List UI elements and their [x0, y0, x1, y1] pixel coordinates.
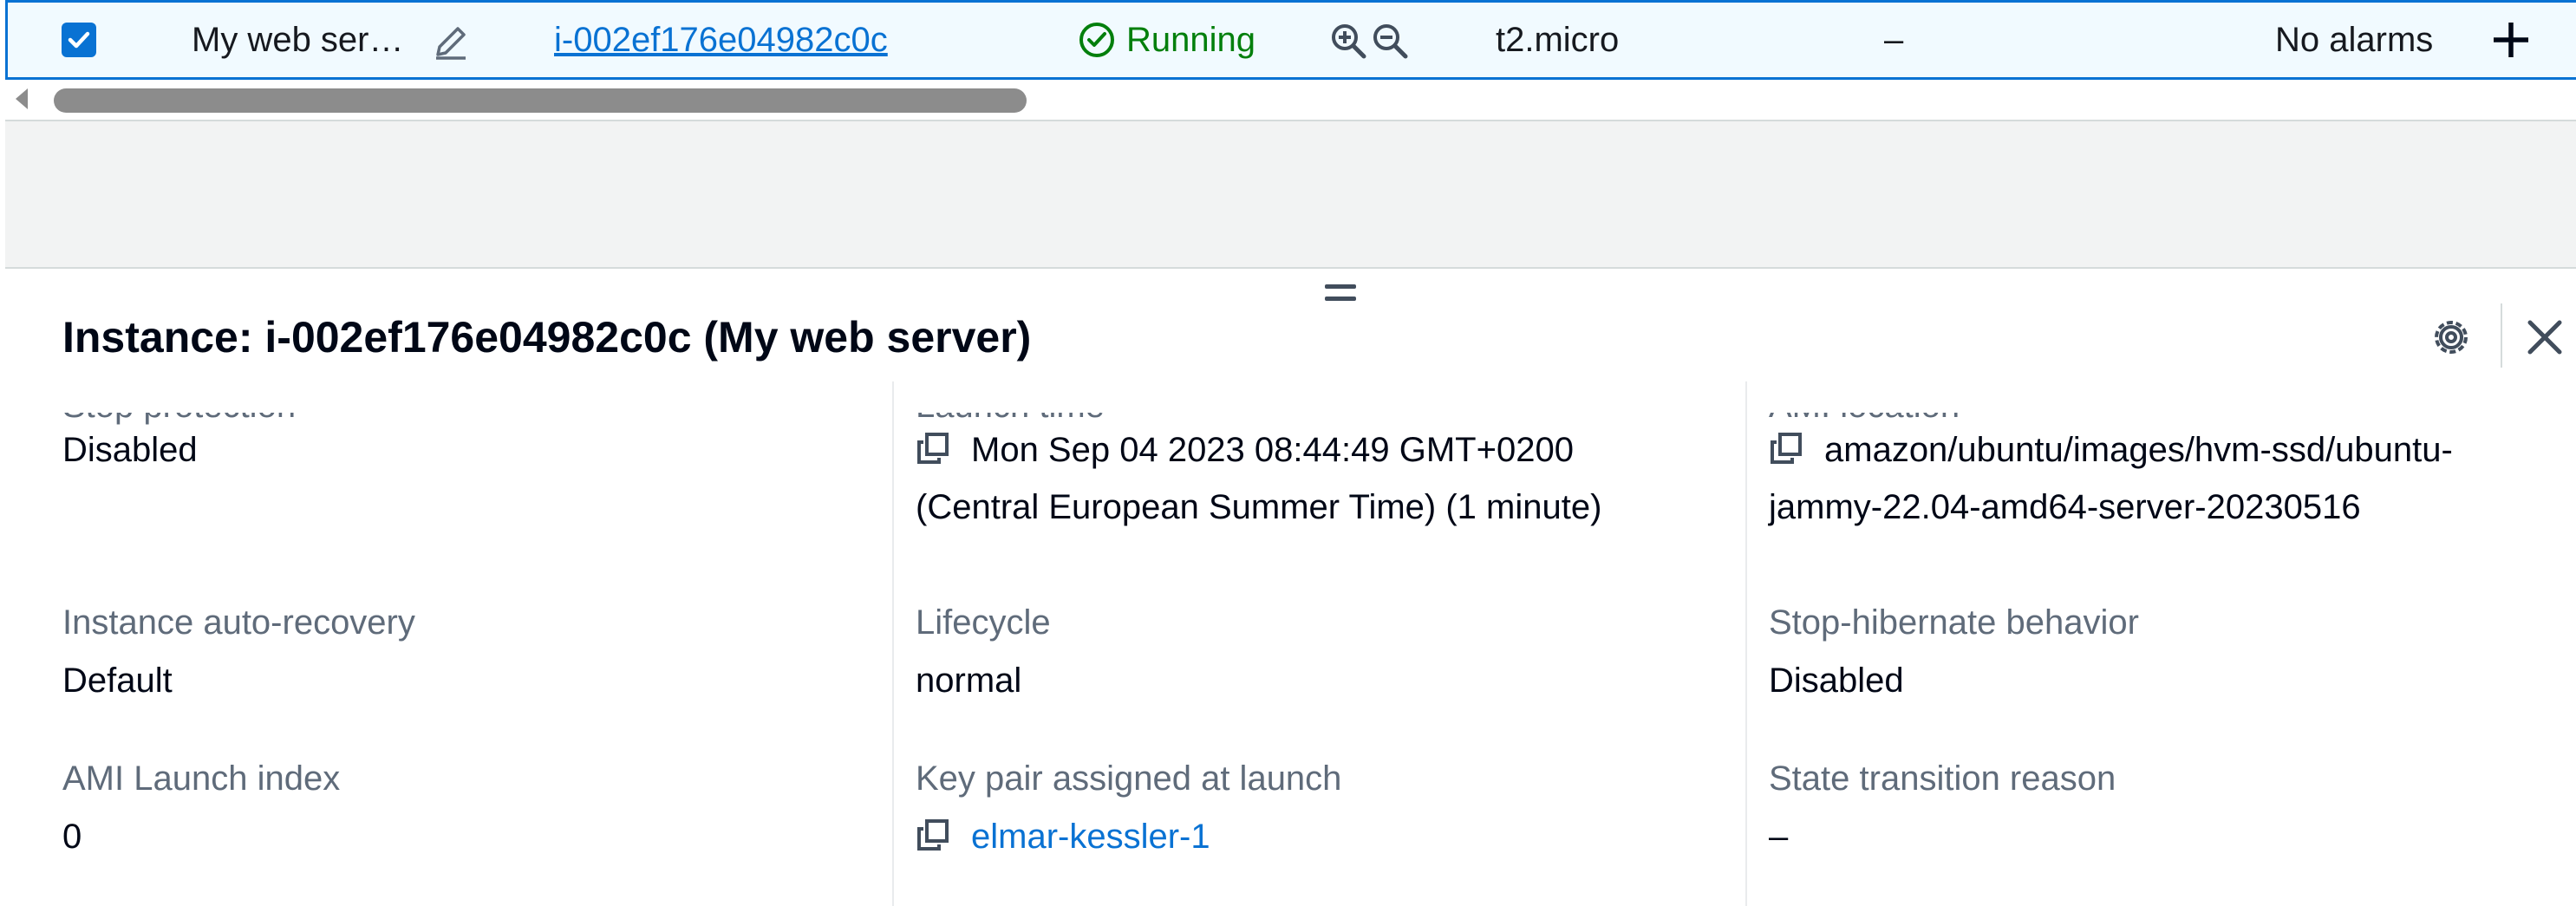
scrollbar-thumb[interactable] [54, 88, 1027, 113]
detail-value: 0 [62, 818, 82, 856]
edit-pencil-icon[interactable] [431, 22, 471, 62]
ami-location-line1: amazon/ubuntu/images/hvm-ssd/ubuntu- [1824, 431, 2453, 469]
detail-label: AMI Launch index [62, 759, 341, 798]
instance-name-cell: My web ser… [192, 20, 404, 59]
ami-location-line2: jammy-22.04-amd64-server-20230516 [1769, 488, 2361, 526]
detail-value: – [1769, 818, 1789, 856]
zoom-in-icon[interactable] [1329, 22, 1367, 60]
status-running-icon [1079, 23, 1114, 57]
close-icon[interactable] [2523, 316, 2566, 359]
launch-time-line1: Mon Sep 04 2023 08:44:49 GMT+0200 [971, 431, 1574, 469]
detail-label: Key pair assigned at launch [916, 759, 1342, 798]
detail-value: Disabled [62, 431, 198, 469]
key-pair-value: elmar-kessler-1 [916, 808, 1210, 865]
settings-icon[interactable] [2428, 314, 2475, 361]
detail-value: Mon Sep 04 2023 08:44:49 GMT+0200 [916, 421, 1574, 479]
copy-icon[interactable] [916, 818, 950, 852]
detail-label: Stop-hibernate behavior [1769, 603, 2139, 642]
zoom-out-icon[interactable] [1371, 22, 1409, 60]
detail-label: Lifecycle [916, 603, 1051, 642]
detail-value: Default [62, 662, 173, 700]
copy-icon[interactable] [1769, 431, 1803, 466]
status-check-cell: – [1884, 20, 1904, 59]
launch-time-line2: (Central European Summer Time) (1 minute… [916, 488, 1602, 526]
instance-type-cell: t2.micro [1496, 20, 1620, 59]
detail-label: Instance auto-recovery [62, 603, 415, 642]
details-content: Stop protection Disabled Instance auto-r… [0, 413, 2576, 906]
detail-value: amazon/ubuntu/images/hvm-ssd/ubuntu- [1769, 421, 2453, 479]
checkbox-checked-icon[interactable] [62, 23, 96, 57]
copy-icon[interactable] [916, 431, 950, 466]
instance-state: Running [1078, 3, 1255, 77]
drag-handle-icon[interactable] [1325, 284, 1356, 305]
detail-value: Disabled [1769, 662, 1904, 700]
detail-label: State transition reason [1769, 759, 2116, 798]
table-empty-area [5, 120, 2576, 267]
scroll-left-arrow-icon[interactable] [16, 88, 28, 109]
header-divider [2501, 303, 2502, 368]
detail-value: normal [916, 662, 1022, 700]
table-row-selected[interactable]: My web ser… i-002ef176e04982c0c Running … [5, 0, 2576, 80]
add-icon[interactable] [2489, 18, 2533, 62]
instance-state-label: Running [1126, 20, 1256, 59]
panel-title: Instance: i-002ef176e04982c0c (My web se… [62, 313, 1032, 362]
instance-id-link[interactable]: i-002ef176e04982c0c [554, 3, 888, 77]
key-pair-link[interactable]: elmar-kessler-1 [971, 818, 1210, 856]
alarm-status-cell: No alarms [2275, 20, 2434, 59]
